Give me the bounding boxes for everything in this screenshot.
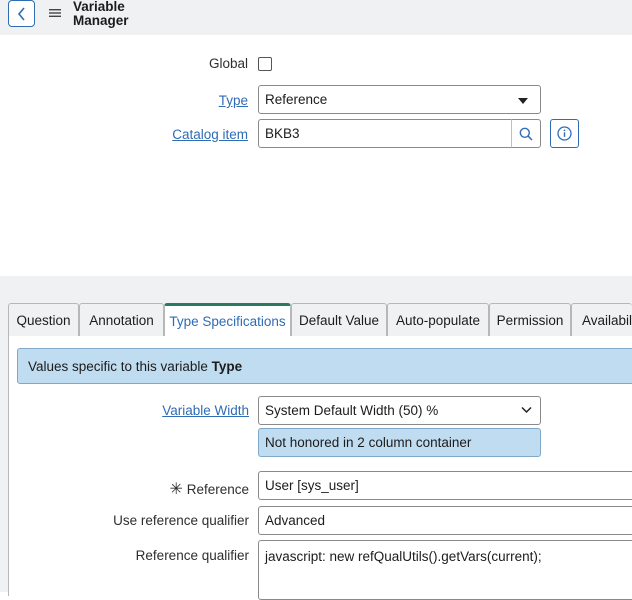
search-icon [519, 127, 533, 141]
tab-availability[interactable]: Availabili [571, 303, 632, 336]
tab-question-label: Question [16, 312, 71, 328]
variable-width-link[interactable]: Variable Width [150, 403, 249, 418]
catalog-item-input[interactable]: BKB3 [258, 119, 512, 148]
type-select[interactable]: Reference [258, 85, 541, 114]
info-icon [557, 126, 572, 141]
app-header: Variable Manager [0, 0, 632, 35]
page-title-line1: Variable [73, 0, 125, 14]
chevron-down-icon [521, 406, 532, 414]
hamburger-menu-icon[interactable] [49, 8, 61, 18]
catalog-item-lookup-button[interactable] [511, 119, 541, 148]
tab-question[interactable]: Question [8, 303, 79, 336]
global-checkbox[interactable] [258, 57, 272, 71]
type-link[interactable]: Type [200, 93, 248, 108]
page-title-line2: Manager [73, 13, 129, 28]
reference-qualifier-textarea[interactable]: javascript: new refQualUtils().getVars(c… [258, 540, 632, 600]
use-reference-qualifier-label: Use reference qualifier [113, 513, 249, 528]
chevron-left-icon [17, 6, 25, 21]
reference-qualifier-value: javascript: new refQualUtils().getVars(c… [265, 549, 542, 564]
tab-annotation[interactable]: Annotation [79, 303, 164, 336]
tab-default-value[interactable]: Default Value [291, 303, 387, 336]
reference-label-text: Reference [186, 482, 249, 497]
use-reference-qualifier-select[interactable]: Advanced [258, 506, 632, 535]
global-label: Global [208, 56, 248, 71]
variable-width-value: System Default Width (50) % [265, 403, 439, 418]
tab-default-value-label: Default Value [298, 312, 380, 328]
tab-auto-populate[interactable]: Auto-populate [387, 303, 489, 336]
type-info-message: Values specific to this variable Type [17, 348, 632, 384]
required-asterisk-icon: ✳ [169, 481, 183, 498]
variable-width-notice: Not honored in 2 column container [258, 428, 541, 457]
catalog-item-value: BKB3 [265, 126, 300, 141]
type-select-value: Reference [265, 92, 328, 107]
tab-permission-label: Permission [496, 312, 564, 328]
variable-width-select[interactable]: System Default Width (50) % [258, 396, 541, 425]
use-reference-qualifier-value: Advanced [265, 513, 326, 528]
dropdown-caret-icon [518, 98, 528, 104]
type-info-bold: Type [211, 358, 243, 374]
reference-label: ✳ Reference [150, 479, 249, 499]
reference-input[interactable]: User [sys_user] [258, 471, 632, 500]
back-button[interactable] [8, 0, 35, 27]
page-title: Variable Manager [73, 0, 129, 28]
type-info-text: Values specific to this variable [28, 358, 212, 374]
catalog-item-link[interactable]: Catalog item [160, 127, 248, 142]
tab-permission[interactable]: Permission [489, 303, 571, 336]
tab-type-specifications-label: Type Specifications [169, 314, 286, 329]
tab-annotation-label: Annotation [89, 312, 154, 328]
tab-auto-populate-label: Auto-populate [395, 312, 481, 328]
tab-type-specifications[interactable]: Type Specifications [164, 303, 291, 337]
catalog-item-info-button[interactable] [550, 119, 579, 148]
reference-value: User [sys_user] [265, 478, 359, 493]
reference-qualifier-label: Reference qualifier [135, 548, 249, 563]
tab-availability-label: Availabili [582, 312, 632, 328]
variable-width-notice-text: Not honored in 2 column container [265, 435, 472, 450]
